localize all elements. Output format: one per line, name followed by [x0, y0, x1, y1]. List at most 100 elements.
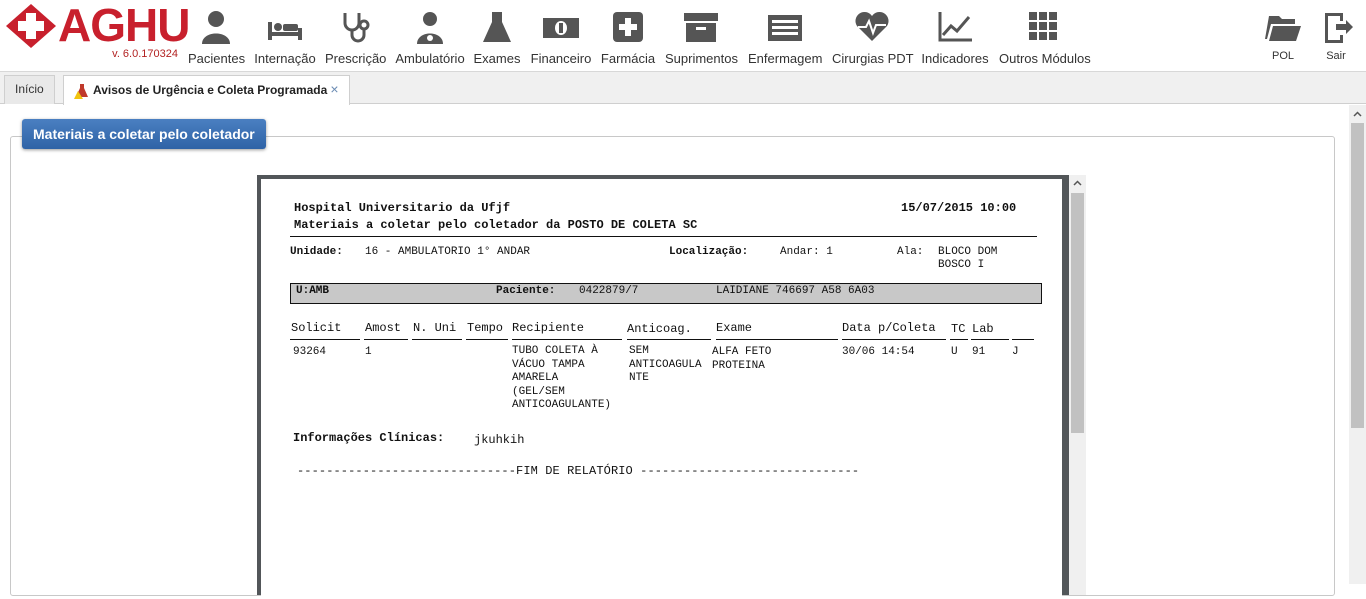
page-scroll-thumb[interactable]: [1351, 123, 1364, 428]
row-anticoag: SEM ANTICOAGULA NTE: [629, 345, 702, 384]
paciente-name: LAIDIANE 746697 A58 6A03: [716, 285, 875, 297]
col-n-uni: N. Uni: [413, 321, 457, 335]
localizacao-label: Localização:: [669, 246, 749, 258]
module-outros-modulos[interactable]: Outros Módulos: [999, 10, 1091, 68]
row-lab: 91: [972, 346, 986, 358]
module-suprimentos[interactable]: Suprimentos: [665, 10, 738, 68]
col-underline: [512, 339, 622, 340]
module-enfermagem[interactable]: Enfermagem: [748, 10, 822, 68]
row-solicit: 93264: [293, 346, 327, 358]
col-underline: [412, 339, 462, 340]
top-navigation-bar: AGHU v. 6.0.170324 Pacientes Internação …: [0, 0, 1366, 72]
panel-title: Materiais a coletar pelo coletador: [22, 119, 266, 149]
col-underline: [466, 339, 508, 340]
col-amost: Amost: [365, 321, 402, 335]
red-cross-logo-icon: [6, 4, 56, 48]
page-scrollbar[interactable]: [1349, 105, 1366, 584]
ala-value-1: BLOCO DOM: [938, 246, 998, 258]
andar-value: Andar: 1: [780, 246, 833, 258]
main-content: Materiais a coletar pelo coletador Hospi…: [0, 105, 1349, 599]
row-data-coleta: 30/06 14:54: [842, 346, 915, 358]
unidade-value: 16 - AMBULATORIO 1° ANDAR: [365, 246, 531, 258]
module-prescricao[interactable]: Prescrição: [325, 10, 387, 68]
info-clinicas-label: Informações Clínicas:: [293, 431, 445, 445]
tab-bar: Início Avisos de Urgência e Coleta Progr…: [0, 72, 1366, 105]
report-page: Hospital Universitario da Ufjf 15/07/201…: [261, 179, 1062, 599]
logout-button[interactable]: Sair: [1316, 10, 1356, 68]
module-label: Outros Módulos: [999, 51, 1091, 66]
col-data-coleta: Data p/Coleta: [842, 321, 936, 335]
scroll-up-arrow-icon[interactable]: [1353, 110, 1362, 119]
divider: [290, 236, 1037, 237]
module-internacao[interactable]: Internação: [254, 10, 316, 68]
row-exame: ALFA FETO PROTEINA: [712, 346, 772, 372]
person-icon: [202, 11, 230, 44]
module-pacientes[interactable]: Pacientes: [188, 10, 246, 68]
aghu-logo[interactable]: AGHU v. 6.0.170324: [6, 0, 190, 64]
close-tab-icon[interactable]: ×: [330, 81, 338, 97]
doctor-icon: [417, 12, 443, 44]
pol-label: POL: [1271, 50, 1294, 62]
tab-label: Avisos de Urgência e Coleta Programada: [93, 83, 328, 97]
col-underline: [364, 339, 408, 340]
folder-open-icon: [1265, 16, 1301, 41]
module-ambulatorio[interactable]: Ambulatório: [395, 10, 465, 68]
module-cirurgias-pdt[interactable]: Cirurgias PDT: [832, 10, 914, 68]
col-solicit: Solicit: [291, 321, 342, 335]
pdf-viewer[interactable]: Hospital Universitario da Ufjf 15/07/201…: [257, 175, 1069, 599]
app-name: AGHU: [58, 0, 190, 51]
module-financeiro[interactable]: Financeiro: [530, 10, 592, 68]
col-underline: [290, 339, 360, 340]
report-subtitle: Materiais a coletar pelo coletador da PO…: [294, 218, 698, 232]
module-farmacia[interactable]: Farmácia: [600, 10, 656, 68]
report-end-line: ------------------------------FIM DE REL…: [297, 464, 860, 478]
warning-flask-icon: [74, 83, 88, 99]
module-indicadores[interactable]: Indicadores: [921, 10, 989, 68]
col-tc: TC: [951, 322, 966, 336]
bed-icon: [268, 22, 302, 40]
viewer-scrollbar[interactable]: [1069, 175, 1086, 595]
list-icon: [768, 15, 802, 41]
module-label: Prescrição: [325, 51, 387, 66]
report-hospital: Hospital Universitario da Ufjf: [294, 201, 511, 215]
row-tc: U: [951, 346, 958, 358]
unidade-label: Unidade:: [290, 246, 343, 258]
col-underline: [1012, 339, 1034, 340]
col-underline: [842, 339, 946, 340]
patient-unit: U:AMB: [296, 285, 330, 297]
money-icon: [543, 18, 579, 38]
info-clinicas-value: jkuhkih: [474, 433, 525, 447]
col-exame: Exame: [716, 321, 753, 335]
logout-label: Sair: [1326, 50, 1346, 62]
module-label: Financeiro: [530, 51, 592, 66]
module-label: Farmácia: [600, 51, 656, 66]
row-amost: 1: [365, 346, 372, 358]
module-label: Indicadores: [921, 51, 989, 66]
paciente-id: 0422879/7: [579, 285, 639, 297]
exit-door-icon: [1325, 13, 1353, 43]
col-underline: [971, 339, 1009, 340]
ala-label: Ala:: [897, 246, 924, 258]
col-recipiente: Recipiente: [512, 321, 585, 335]
module-label: Enfermagem: [748, 51, 823, 66]
archive-box-icon: [684, 13, 718, 42]
tab-label: Início: [15, 82, 44, 96]
paciente-label: Paciente:: [496, 285, 556, 297]
col-underline: [716, 339, 838, 340]
plus-box-icon: [613, 12, 643, 42]
tab-inicio[interactable]: Início: [4, 75, 55, 104]
module-exames[interactable]: Exames: [472, 10, 522, 68]
pol-button[interactable]: POL: [1263, 10, 1303, 68]
scroll-up-arrow-icon[interactable]: [1073, 179, 1082, 188]
patient-box: [290, 283, 1042, 304]
app-version: v. 6.0.170324: [112, 48, 178, 60]
grid-icon: [1029, 12, 1057, 40]
viewer-scroll-thumb[interactable]: [1071, 193, 1084, 433]
tab-avisos-urgencia[interactable]: Avisos de Urgência e Coleta Programada ×: [63, 75, 350, 105]
col-underline: [627, 339, 711, 340]
col-anticoag: Anticoag.: [627, 322, 692, 336]
col-underline: [950, 339, 968, 340]
module-label: Pacientes: [188, 51, 246, 66]
ala-value-2: BOSCO I: [938, 259, 985, 271]
col-tempo: Tempo: [467, 321, 504, 335]
